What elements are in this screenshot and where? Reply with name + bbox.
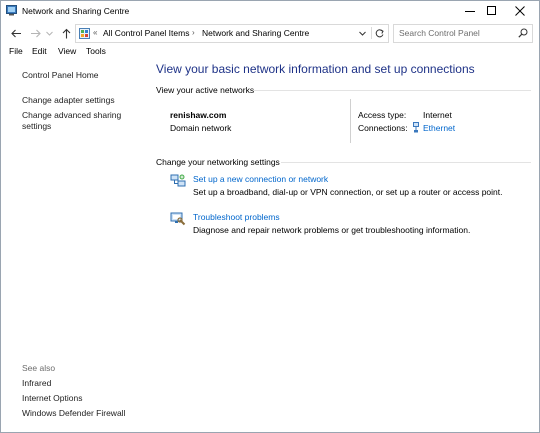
breadcrumb-all-control-panel-items[interactable]: All Control Panel Items (103, 28, 189, 38)
up-arrow-icon (62, 28, 70, 38)
search-box[interactable]: Search Control Panel (393, 24, 533, 43)
close-button[interactable] (507, 1, 533, 21)
ethernet-connection-link[interactable]: Ethernet (423, 123, 455, 133)
address-dropdown-button[interactable] (356, 27, 368, 39)
back-arrow-icon (10, 29, 21, 37)
change-settings-label: Change your networking settings (156, 157, 280, 167)
active-networks-label: View your active networks (156, 85, 255, 95)
maximize-icon (487, 6, 496, 15)
search-icon[interactable] (518, 28, 528, 38)
breadcrumb-network-and-sharing-centre[interactable]: Network and Sharing Centre (202, 28, 309, 38)
sidebar-item-change-advanced-sharing-settings[interactable]: Change advanced sharing settings (22, 110, 132, 132)
troubleshoot-icon (170, 212, 186, 226)
title-bar: Network and Sharing Centre (1, 1, 539, 21)
network-type: Domain network (170, 123, 232, 133)
address-overflow[interactable]: « (93, 28, 97, 37)
troubleshoot-description: Diagnose and repair network problems or … (193, 225, 471, 235)
recent-locations-button[interactable] (44, 26, 54, 40)
connections-label: Connections: (358, 123, 408, 133)
menu-file[interactable]: File (9, 46, 23, 56)
address-bar[interactable]: « All Control Panel Items › Network and … (75, 24, 389, 43)
sidebar: Control Panel Home Change adapter settin… (1, 60, 141, 432)
sidebar-item-control-panel-home[interactable]: Control Panel Home (22, 70, 99, 81)
section-divider (253, 90, 531, 91)
menu-bar: File Edit View Tools (1, 45, 539, 59)
search-placeholder[interactable]: Search Control Panel (399, 28, 480, 38)
page-title: View your basic network information and … (156, 62, 475, 76)
refresh-icon (375, 28, 384, 37)
network-divider (350, 99, 351, 143)
see-also-internet-options[interactable]: Internet Options (22, 393, 82, 404)
ethernet-icon (413, 122, 419, 133)
see-also-windows-defender-firewall[interactable]: Windows Defender Firewall (22, 408, 125, 419)
up-button[interactable] (59, 26, 73, 40)
forward-button[interactable] (28, 26, 42, 40)
navigation-bar: « All Control Panel Items › Network and … (1, 23, 539, 43)
breadcrumb-separator-icon[interactable]: › (192, 28, 195, 37)
setup-connection-description: Set up a broadband, dial-up or VPN conne… (193, 187, 503, 197)
menu-tools[interactable]: Tools (86, 46, 106, 56)
see-also-infrared[interactable]: Infrared (22, 378, 51, 389)
refresh-button[interactable] (371, 27, 386, 39)
maximize-button[interactable] (479, 1, 505, 21)
sidebar-item-change-adapter-settings[interactable]: Change adapter settings (22, 95, 115, 106)
access-type-value: Internet (423, 110, 452, 120)
back-button[interactable] (9, 26, 23, 40)
chevron-down-icon (45, 31, 53, 36)
close-icon (515, 6, 525, 16)
see-also-heading: See also (22, 363, 56, 373)
access-type-label: Access type: (358, 110, 407, 120)
window-title: Network and Sharing Centre (22, 6, 130, 16)
window: Network and Sharing Centre « All Control… (0, 0, 540, 433)
troubleshoot-link[interactable]: Troubleshoot problems (193, 212, 280, 222)
menu-view[interactable]: View (58, 46, 76, 56)
setup-connection-link[interactable]: Set up a new connection or network (193, 174, 328, 184)
network-setup-icon (170, 174, 186, 187)
chevron-down-icon (358, 31, 366, 36)
network-centre-icon (6, 5, 17, 16)
control-panel-icon (79, 28, 90, 39)
minimize-icon (465, 11, 475, 12)
section-divider (281, 162, 531, 163)
network-name: renishaw.com (170, 110, 227, 120)
menu-edit[interactable]: Edit (32, 46, 47, 56)
forward-arrow-icon (30, 29, 41, 37)
